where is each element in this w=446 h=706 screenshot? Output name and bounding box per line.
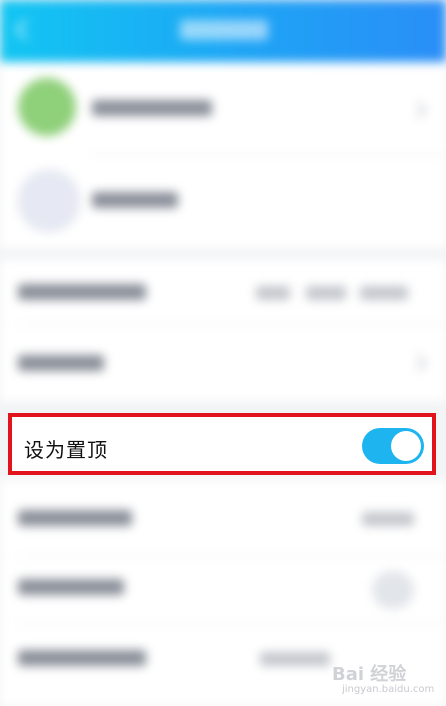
toggle-knob [391, 431, 421, 461]
pin-to-top-label: 设为置顶 [24, 438, 108, 462]
toggle-switch[interactable] [372, 571, 414, 609]
profile-card [0, 62, 446, 248]
back-arrow-icon[interactable] [14, 18, 32, 42]
row-value [260, 652, 330, 666]
settings-row[interactable] [0, 480, 446, 556]
pin-to-top-row[interactable]: 设为置顶 [8, 413, 436, 475]
row-value [256, 286, 290, 300]
row-value [306, 286, 346, 300]
row-label [18, 579, 124, 595]
page-title [180, 20, 268, 40]
row-value [360, 286, 408, 300]
avatar [18, 78, 76, 136]
settings-row[interactable] [0, 557, 446, 623]
divider [90, 154, 446, 155]
chevron-right-icon [409, 354, 427, 372]
watermark-url: jingyan.baidu.com [342, 684, 435, 695]
settings-row[interactable] [0, 260, 446, 324]
row-label [18, 355, 104, 371]
chevron-right-icon [409, 101, 427, 119]
pin-to-top-toggle[interactable] [362, 428, 424, 464]
settings-row[interactable] [0, 325, 446, 401]
baidu-jingyan-watermark: Bai 经验 jingyan.baidu.com [328, 650, 436, 700]
header-bar [0, 0, 446, 62]
watermark-logo: Bai 经验 [332, 664, 407, 685]
profile-subtitle [92, 192, 178, 208]
row-value [362, 512, 414, 526]
row-label [18, 510, 132, 526]
row-label [18, 284, 146, 300]
row-label [18, 650, 146, 666]
avatar [18, 170, 80, 232]
profile-name [92, 100, 212, 116]
